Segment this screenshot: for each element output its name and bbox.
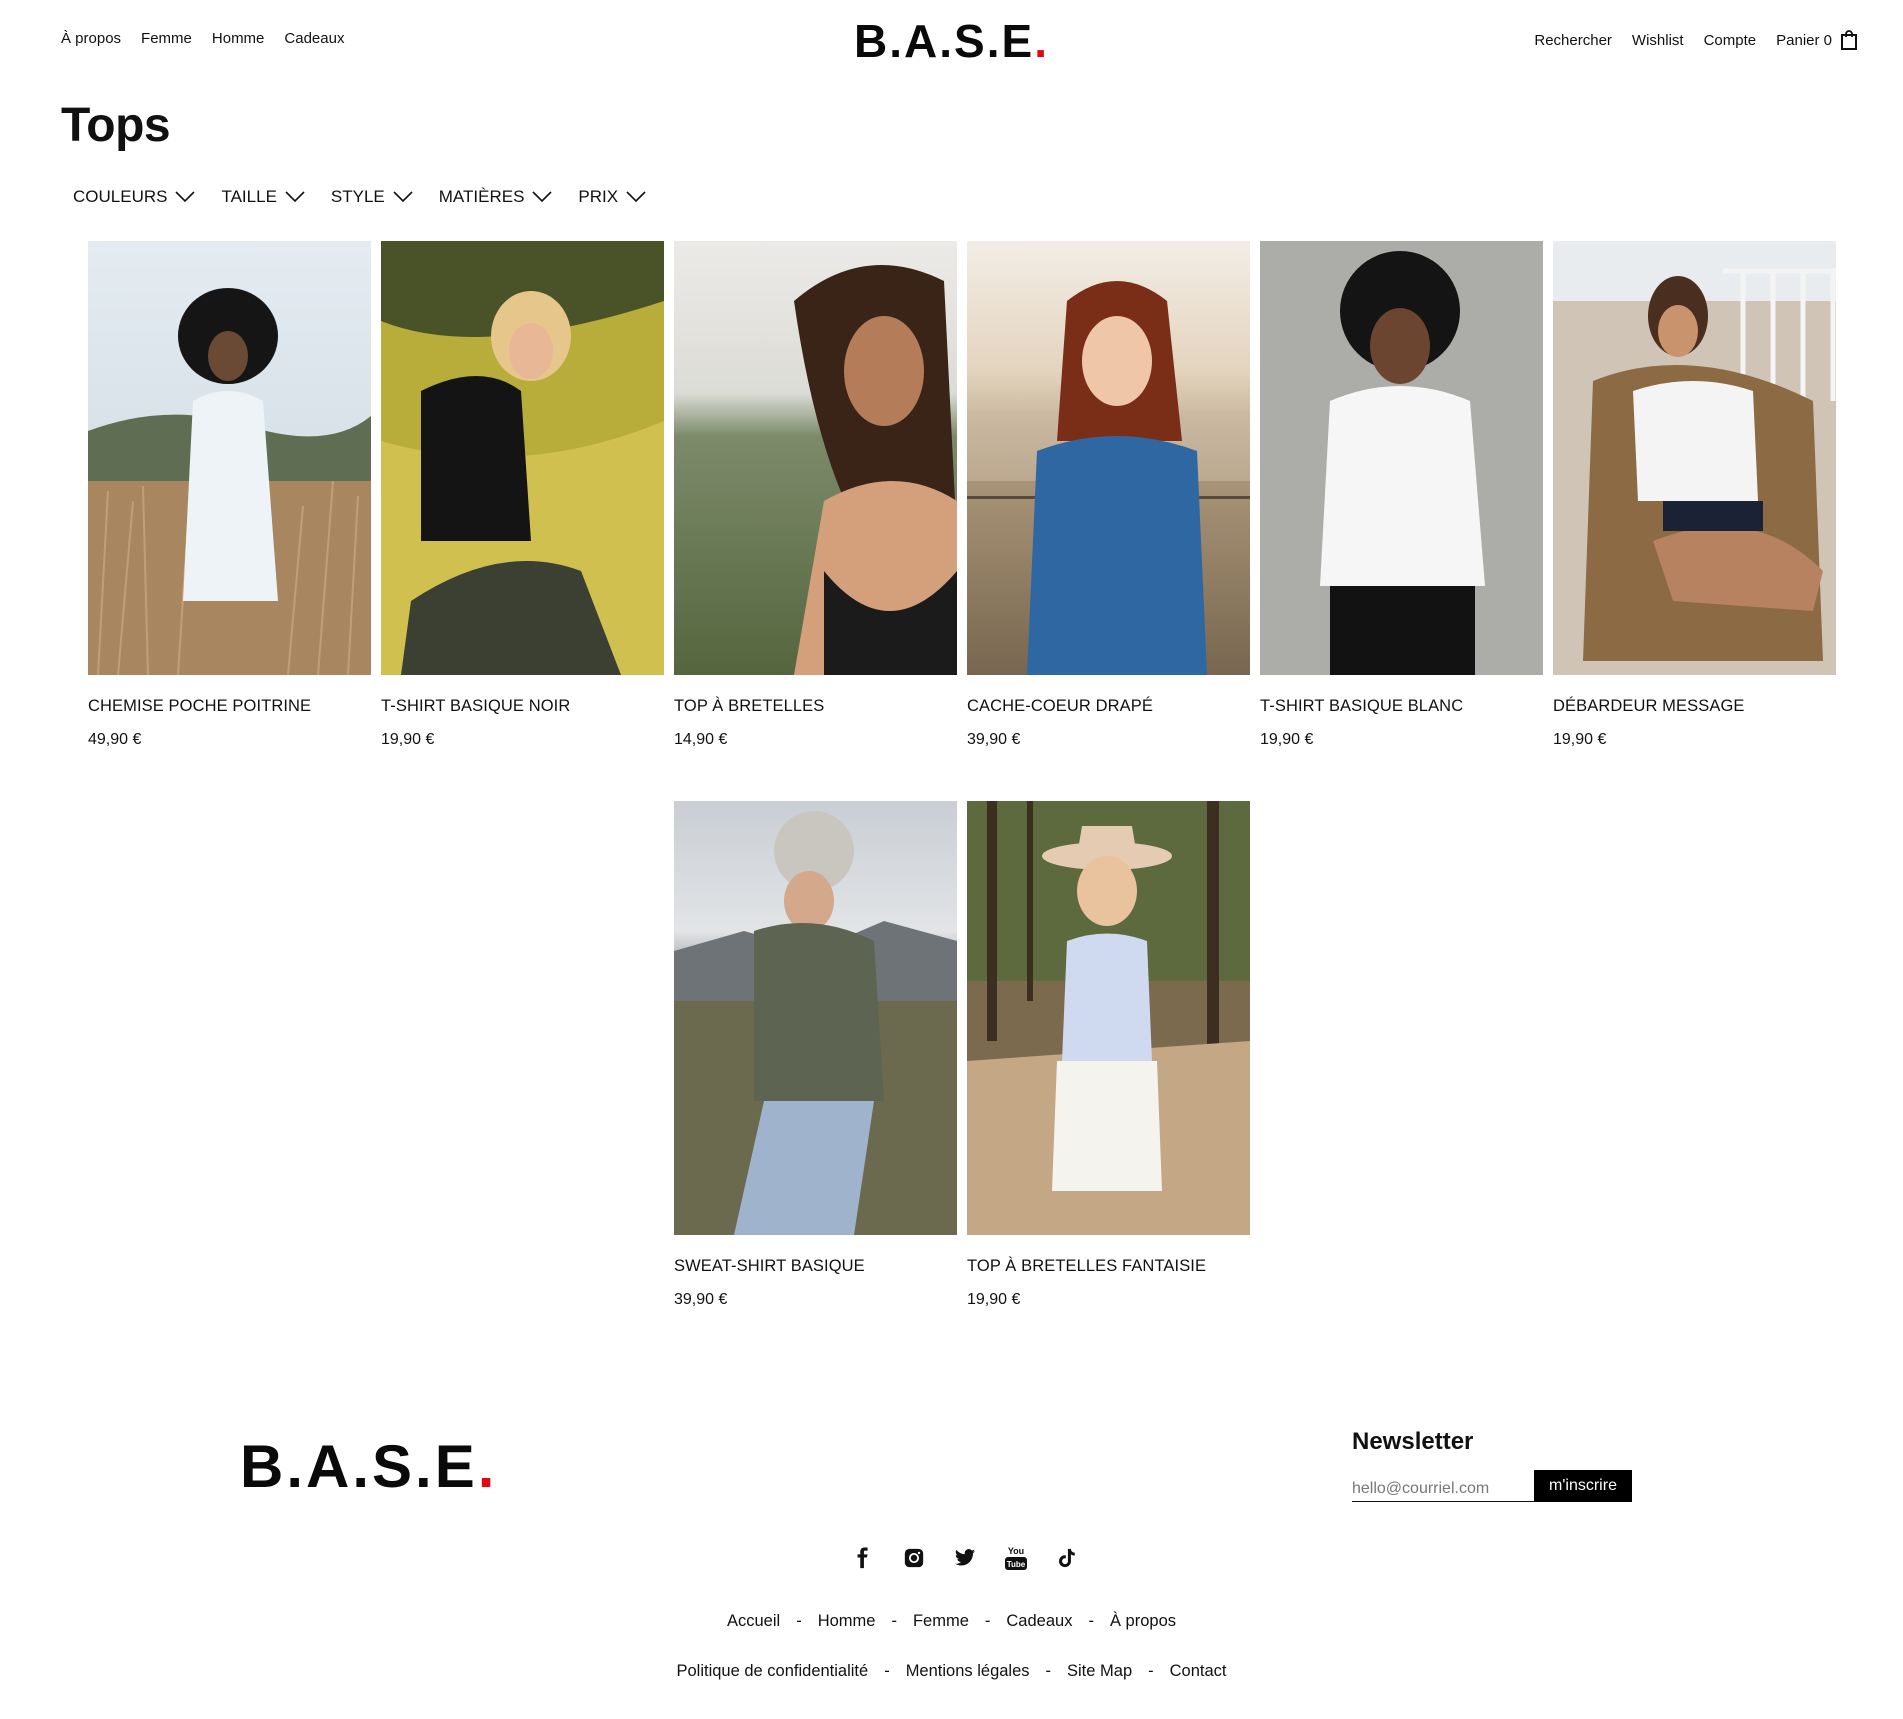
account-link[interactable]: Compte — [1704, 32, 1757, 49]
product-card[interactable]: DÉBARDEUR MESSAGE 19,90 € — [1553, 241, 1836, 749]
twitter-icon[interactable] — [950, 1543, 979, 1572]
product-price: 19,90 € — [1260, 731, 1314, 748]
product-card[interactable]: TOP À BRETELLES 14,90 € — [674, 241, 957, 749]
logo-text: B.A.S.E — [854, 15, 1035, 67]
page-title: Tops — [61, 99, 171, 152]
product-price: 39,90 € — [674, 1291, 728, 1308]
footer-nav-legal: Politique de confidentialité - Mentions lé… — [0, 1662, 1903, 1681]
separator: - — [891, 1612, 897, 1630]
footer-logo-dot: . — [477, 1433, 498, 1500]
filter-label: MATIÈRES — [438, 187, 525, 206]
filter-taille[interactable]: TAILLE — [221, 187, 305, 207]
chevron-down-icon — [532, 191, 552, 203]
footer-link-homme[interactable]: Homme — [818, 1612, 876, 1630]
svg-text:Tube: Tube — [1006, 1560, 1025, 1569]
chevron-down-icon — [285, 191, 305, 203]
chevron-down-icon — [393, 191, 413, 203]
newsletter-title: Newsletter — [1352, 1428, 1474, 1455]
product-name[interactable]: SWEAT-SHIRT BASIQUE — [674, 1257, 957, 1276]
product-price: 19,90 € — [1553, 731, 1607, 748]
product-price: 19,90 € — [967, 1291, 1021, 1308]
filter-matieres[interactable]: MATIÈRES — [439, 187, 553, 207]
footer-link-cadeaux[interactable]: Cadeaux — [1006, 1612, 1072, 1630]
footer-logo-text: B.A.S.E — [240, 1433, 478, 1500]
account-nav: Rechercher Wishlist Compte Panier 0 — [1534, 30, 1858, 50]
product-image[interactable] — [1553, 241, 1836, 675]
product-image[interactable] — [88, 241, 371, 675]
filter-prix[interactable]: PRIX — [578, 187, 646, 207]
footer-nav-primary: Accueil - Homme - Femme - Cadeaux - À propos — [0, 1612, 1903, 1631]
product-card[interactable]: TOP À BRETELLES FANTAISIE 19,90 € — [967, 801, 1250, 1309]
footer-link-contact[interactable]: Contact — [1170, 1662, 1227, 1680]
filter-label: STYLE — [330, 187, 385, 206]
footer-link-legal[interactable]: Mentions légales — [906, 1662, 1030, 1680]
logo-dot: . — [1034, 15, 1049, 67]
site-logo[interactable]: B.A.S.E. — [854, 14, 1049, 68]
wishlist-link[interactable]: Wishlist — [1632, 32, 1684, 49]
product-image[interactable] — [967, 241, 1250, 675]
cart-link[interactable]: Panier 0 — [1776, 32, 1832, 49]
chevron-down-icon — [626, 191, 646, 203]
footer-link-a-propos[interactable]: À propos — [1110, 1612, 1176, 1630]
product-name[interactable]: CACHE-COEUR DRAPÉ — [967, 697, 1250, 716]
separator: - — [1045, 1662, 1052, 1680]
product-card[interactable]: CHEMISE POCHE POITRINE 49,90 € — [88, 241, 371, 749]
filter-bar: COULEURS TAILLE STYLE MATIÈRES PRIX — [73, 187, 646, 207]
product-price: 39,90 € — [967, 731, 1021, 748]
product-name[interactable]: CHEMISE POCHE POITRINE — [88, 697, 371, 716]
tiktok-icon[interactable] — [1052, 1543, 1081, 1572]
product-image[interactable] — [967, 801, 1250, 1235]
product-name[interactable]: TOP À BRETELLES — [674, 697, 957, 716]
product-name[interactable]: DÉBARDEUR MESSAGE — [1553, 697, 1836, 716]
separator: - — [1088, 1612, 1094, 1630]
product-price: 49,90 € — [88, 731, 142, 748]
newsletter-email-input[interactable] — [1352, 1470, 1534, 1502]
footer-link-accueil[interactable]: Accueil — [727, 1612, 780, 1630]
svg-text:You: You — [1007, 1546, 1023, 1556]
footer-link-femme[interactable]: Femme — [913, 1612, 969, 1630]
footer-logo[interactable]: B.A.S.E. — [240, 1432, 497, 1501]
social-links: You Tube — [848, 1543, 1081, 1572]
shopping-bag-icon[interactable] — [1840, 30, 1858, 50]
product-card[interactable]: T-SHIRT BASIQUE BLANC 19,90 € — [1260, 241, 1543, 749]
product-image[interactable] — [674, 241, 957, 675]
separator: - — [884, 1662, 890, 1680]
separator: - — [1148, 1662, 1154, 1680]
product-card[interactable]: CACHE-COEUR DRAPÉ 39,90 € — [967, 241, 1250, 749]
product-name[interactable]: TOP À BRETELLES FANTAISIE — [967, 1257, 1250, 1276]
product-name[interactable]: T-SHIRT BASIQUE BLANC — [1260, 697, 1543, 716]
search-link[interactable]: Rechercher — [1534, 32, 1612, 49]
chevron-down-icon — [175, 191, 196, 203]
filter-couleurs[interactable]: COULEURS — [73, 187, 196, 207]
footer-link-privacy[interactable]: Politique de confidentialité — [676, 1662, 868, 1680]
filter-label: PRIX — [578, 187, 619, 206]
filter-label: TAILLE — [221, 187, 277, 206]
filter-style[interactable]: STYLE — [331, 187, 413, 207]
youtube-icon[interactable]: You Tube — [1001, 1543, 1030, 1572]
instagram-icon[interactable] — [899, 1543, 928, 1572]
separator: - — [984, 1612, 991, 1630]
product-price: 19,90 € — [381, 731, 435, 748]
newsletter-subscribe-button[interactable]: m'inscrire — [1534, 1470, 1632, 1502]
separator: - — [796, 1612, 802, 1630]
site-header: À propos Femme Homme Cadeaux B.A.S.E. Re… — [0, 0, 1903, 80]
filter-label: COULEURS — [73, 187, 168, 206]
newsletter-form: m'inscrire — [1352, 1470, 1632, 1502]
product-image[interactable] — [381, 241, 664, 675]
facebook-icon[interactable] — [848, 1543, 877, 1572]
product-card[interactable]: SWEAT-SHIRT BASIQUE 39,90 € — [674, 801, 957, 1309]
product-card[interactable]: T-SHIRT BASIQUE NOIR 19,90 € — [381, 241, 664, 749]
product-image[interactable] — [674, 801, 957, 1235]
product-image[interactable] — [1260, 241, 1543, 675]
product-price: 14,90 € — [674, 731, 728, 748]
product-name[interactable]: T-SHIRT BASIQUE NOIR — [381, 697, 664, 716]
footer-link-sitemap[interactable]: Site Map — [1067, 1662, 1132, 1680]
